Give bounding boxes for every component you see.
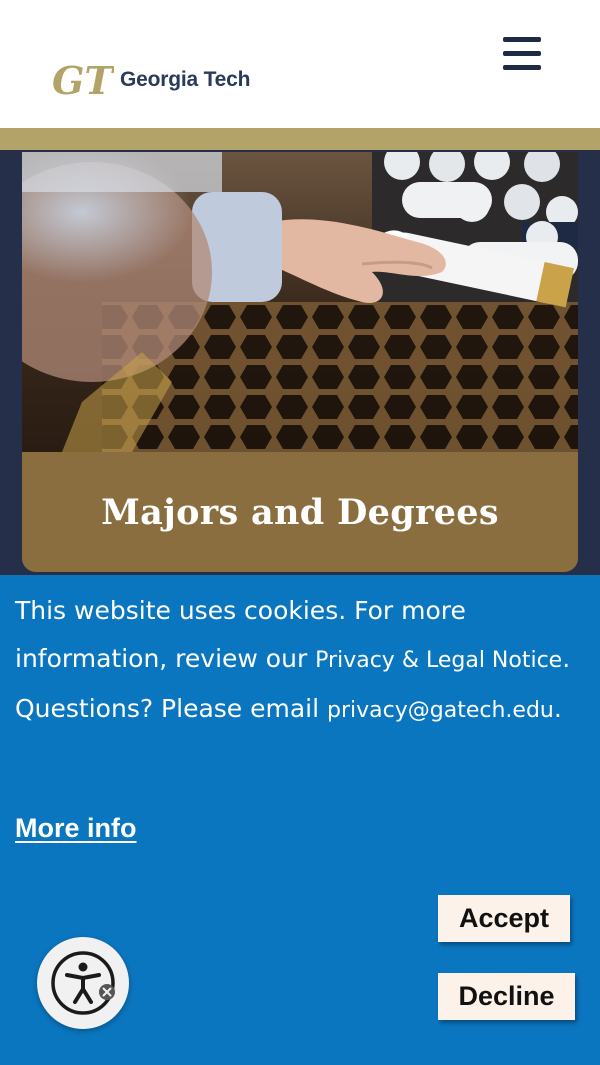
georgia-tech-logo[interactable]: GT Georgia Tech bbox=[52, 58, 250, 102]
accept-button[interactable]: Accept bbox=[438, 895, 570, 942]
diploma-photo bbox=[22, 152, 578, 452]
site-header: GT Georgia Tech bbox=[0, 0, 600, 130]
accessibility-person-icon bbox=[51, 951, 115, 1015]
card-title[interactable]: Majors and Degrees bbox=[101, 492, 499, 533]
majors-card[interactable]: Majors and Degrees bbox=[22, 152, 578, 572]
gold-divider bbox=[0, 128, 600, 152]
cookie-message: This website uses cookies. For more info… bbox=[15, 587, 585, 735]
more-info-link[interactable]: More info bbox=[15, 813, 137, 844]
accessibility-widget-button[interactable] bbox=[37, 937, 129, 1029]
card-caption: Majors and Degrees bbox=[22, 452, 578, 572]
privacy-legal-link[interactable]: Privacy & Legal Notice bbox=[315, 648, 562, 673]
menu-line bbox=[503, 65, 541, 70]
menu-line bbox=[503, 37, 541, 42]
gt-monogram-icon: GT bbox=[52, 60, 114, 100]
close-badge-icon bbox=[99, 984, 115, 1000]
logo-text: Georgia Tech bbox=[120, 68, 251, 91]
hamburger-menu-icon[interactable] bbox=[498, 33, 546, 77]
privacy-email-link[interactable]: privacy@gatech.edu bbox=[327, 698, 554, 723]
cookie-text-part3: . bbox=[553, 694, 562, 723]
card-image bbox=[22, 152, 578, 452]
menu-line bbox=[503, 51, 541, 56]
decline-button[interactable]: Decline bbox=[438, 973, 575, 1020]
svg-text:GT: GT bbox=[52, 60, 114, 100]
